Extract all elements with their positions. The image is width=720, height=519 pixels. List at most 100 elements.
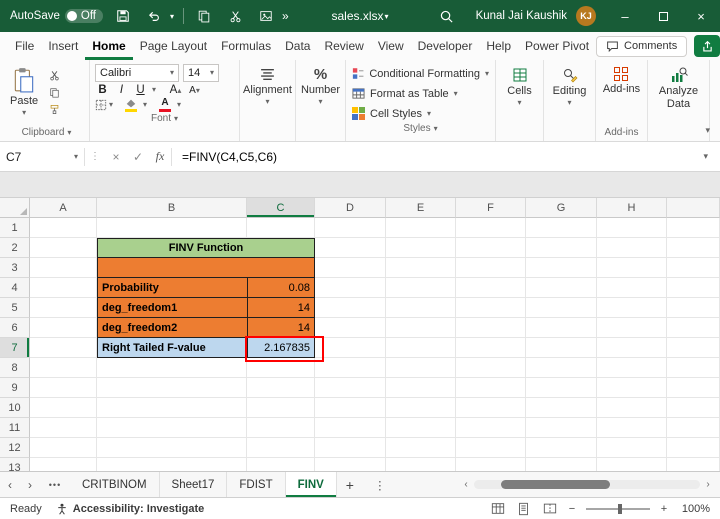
expand-formula-bar-icon[interactable]: ▾	[703, 151, 720, 162]
copy-small-icon[interactable]	[46, 86, 62, 99]
styles-launcher-icon[interactable]: ▾	[434, 125, 438, 133]
sheet-tab-fdist[interactable]: FDIST	[227, 472, 285, 497]
font-color-button[interactable]: A	[157, 98, 173, 112]
cell-C6[interactable]: 14	[247, 318, 315, 338]
collapse-ribbon-icon[interactable]: ▾	[705, 125, 710, 136]
cell-B3-band[interactable]	[97, 258, 315, 278]
name-box[interactable]: C7 ▾	[0, 142, 84, 171]
maximize-button[interactable]	[644, 0, 682, 32]
menu-tab-help[interactable]: Help	[479, 32, 518, 60]
accessibility-status[interactable]: Accessibility: Investigate	[56, 503, 204, 515]
menu-tab-view[interactable]: View	[371, 32, 411, 60]
cut-small-icon[interactable]	[46, 69, 62, 82]
menu-tab-data[interactable]: Data	[278, 32, 317, 60]
cell-C5[interactable]: 14	[247, 298, 315, 318]
analyze-data-button[interactable]: Analyze Data	[648, 60, 709, 110]
column-header-G[interactable]: G	[526, 198, 597, 218]
column-header-H[interactable]: H	[597, 198, 667, 218]
undo-icon[interactable]	[143, 4, 165, 28]
underline-dropdown-icon[interactable]: ▾	[152, 86, 156, 94]
zoom-in-button[interactable]: +	[659, 503, 669, 515]
grow-font-button[interactable]: A▴	[168, 84, 183, 96]
sheet-overflow-icon[interactable]: •••	[40, 472, 70, 497]
paste-button[interactable]: Paste ▾	[4, 60, 44, 126]
underline-button[interactable]: U	[133, 84, 148, 96]
menu-tab-file[interactable]: File	[8, 32, 41, 60]
formula-input[interactable]: =FINV(C4,C5,C6)	[172, 150, 277, 164]
copy-icon[interactable]	[193, 4, 215, 28]
share-button[interactable]	[694, 35, 720, 57]
addins-button[interactable]: Add-ins	[597, 60, 646, 126]
name-box-resize-handle[interactable]: ⋮	[85, 151, 105, 162]
italic-button[interactable]: I	[114, 84, 129, 96]
scrollbar-track[interactable]	[474, 480, 700, 489]
minimize-button[interactable]: –	[606, 0, 644, 32]
bold-button[interactable]: B	[95, 84, 110, 96]
menu-tab-developer[interactable]: Developer	[411, 32, 480, 60]
borders-button[interactable]: ▾	[95, 99, 113, 111]
cell-B6[interactable]: deg_freedom2	[97, 318, 247, 338]
menu-tab-insert[interactable]: Insert	[41, 32, 85, 60]
font-name-select[interactable]: Calibri ▾	[95, 64, 179, 82]
alignment-button[interactable]: Alignment ▾	[240, 60, 295, 106]
number-button[interactable]: % Number ▾	[296, 60, 345, 106]
menu-tab-review[interactable]: Review	[317, 32, 370, 60]
font-launcher-icon[interactable]: ▾	[174, 115, 178, 123]
sheet-tab-critbinom[interactable]: CRITBINOM	[70, 472, 160, 497]
format-as-table-button[interactable]: Format as Table ▾	[352, 85, 489, 102]
document-title[interactable]: sales.xlsx ▾	[331, 0, 388, 32]
scrollbar-thumb[interactable]	[501, 480, 609, 489]
shrink-font-button[interactable]: A▾	[187, 84, 202, 96]
sheet-tab-sheet17[interactable]: Sheet17	[160, 472, 228, 497]
font-size-select[interactable]: 14 ▾	[183, 64, 219, 82]
sheet-prev-icon[interactable]: ‹	[0, 472, 20, 497]
enter-button[interactable]: ✓	[127, 150, 149, 164]
cell-B7[interactable]: Right Tailed F-value	[97, 338, 247, 358]
page-break-view-icon[interactable]	[541, 500, 558, 517]
cell-C7[interactable]: 2.167835	[247, 338, 315, 358]
select-all-button[interactable]	[0, 198, 30, 218]
paste-dropdown-icon[interactable]: ▾	[22, 109, 26, 117]
zoom-percentage[interactable]: 100%	[678, 503, 710, 515]
normal-view-icon[interactable]	[489, 500, 506, 517]
menu-tab-power-pivot[interactable]: Power Pivot	[518, 32, 596, 60]
user-account[interactable]: Kunal Jai Kaushik KJ	[476, 6, 606, 26]
column-header-F[interactable]: F	[456, 198, 526, 218]
insert-function-button[interactable]: fx	[149, 149, 171, 164]
column-header-E[interactable]: E	[386, 198, 456, 218]
fill-color-dropdown-icon[interactable]: ▾	[143, 101, 147, 109]
name-box-dropdown-icon[interactable]: ▾	[74, 153, 78, 161]
cell-B4[interactable]: Probability	[97, 278, 247, 298]
page-layout-view-icon[interactable]	[515, 500, 532, 517]
user-avatar[interactable]: KJ	[576, 6, 596, 26]
cell-C4[interactable]: 0.08	[247, 278, 315, 298]
autosave-toggle[interactable]: AutoSave Off	[10, 9, 103, 23]
conditional-formatting-button[interactable]: Conditional Formatting ▾	[352, 65, 489, 82]
close-button[interactable]: ×	[682, 0, 720, 32]
cancel-button[interactable]: ×	[105, 150, 127, 164]
more-commands-icon[interactable]: »	[282, 9, 289, 23]
cell-styles-button[interactable]: Cell Styles ▾	[352, 105, 489, 122]
column-header-A[interactable]: A	[30, 198, 97, 218]
sheet-options-icon[interactable]: ⋮	[363, 472, 397, 497]
cell-B2-title[interactable]: FINV Function	[97, 238, 315, 258]
column-header-B[interactable]: B	[97, 198, 247, 218]
menu-tab-page-layout[interactable]: Page Layout	[133, 32, 214, 60]
scroll-left-icon[interactable]: ‹	[458, 479, 474, 490]
cut-icon[interactable]	[224, 4, 246, 28]
picture-icon[interactable]	[255, 4, 277, 28]
column-header-D[interactable]: D	[315, 198, 386, 218]
scroll-right-icon[interactable]: ›	[700, 479, 716, 490]
zoom-slider-thumb[interactable]	[618, 504, 622, 514]
sheet-tab-finv[interactable]: FINV	[286, 472, 337, 497]
add-sheet-button[interactable]: +	[337, 472, 363, 497]
filename-dropdown-icon[interactable]: ▾	[385, 12, 389, 21]
font-color-dropdown-icon[interactable]: ▾	[177, 101, 181, 109]
menu-tab-home[interactable]: Home	[85, 32, 132, 60]
comments-button[interactable]: Comments	[596, 36, 687, 57]
clipboard-launcher-icon[interactable]: ▾	[67, 129, 71, 137]
zoom-out-button[interactable]: −	[567, 503, 577, 515]
zoom-slider[interactable]	[586, 508, 650, 510]
format-painter-icon[interactable]	[46, 103, 62, 116]
undo-dropdown-icon[interactable]: ▾	[170, 12, 174, 21]
